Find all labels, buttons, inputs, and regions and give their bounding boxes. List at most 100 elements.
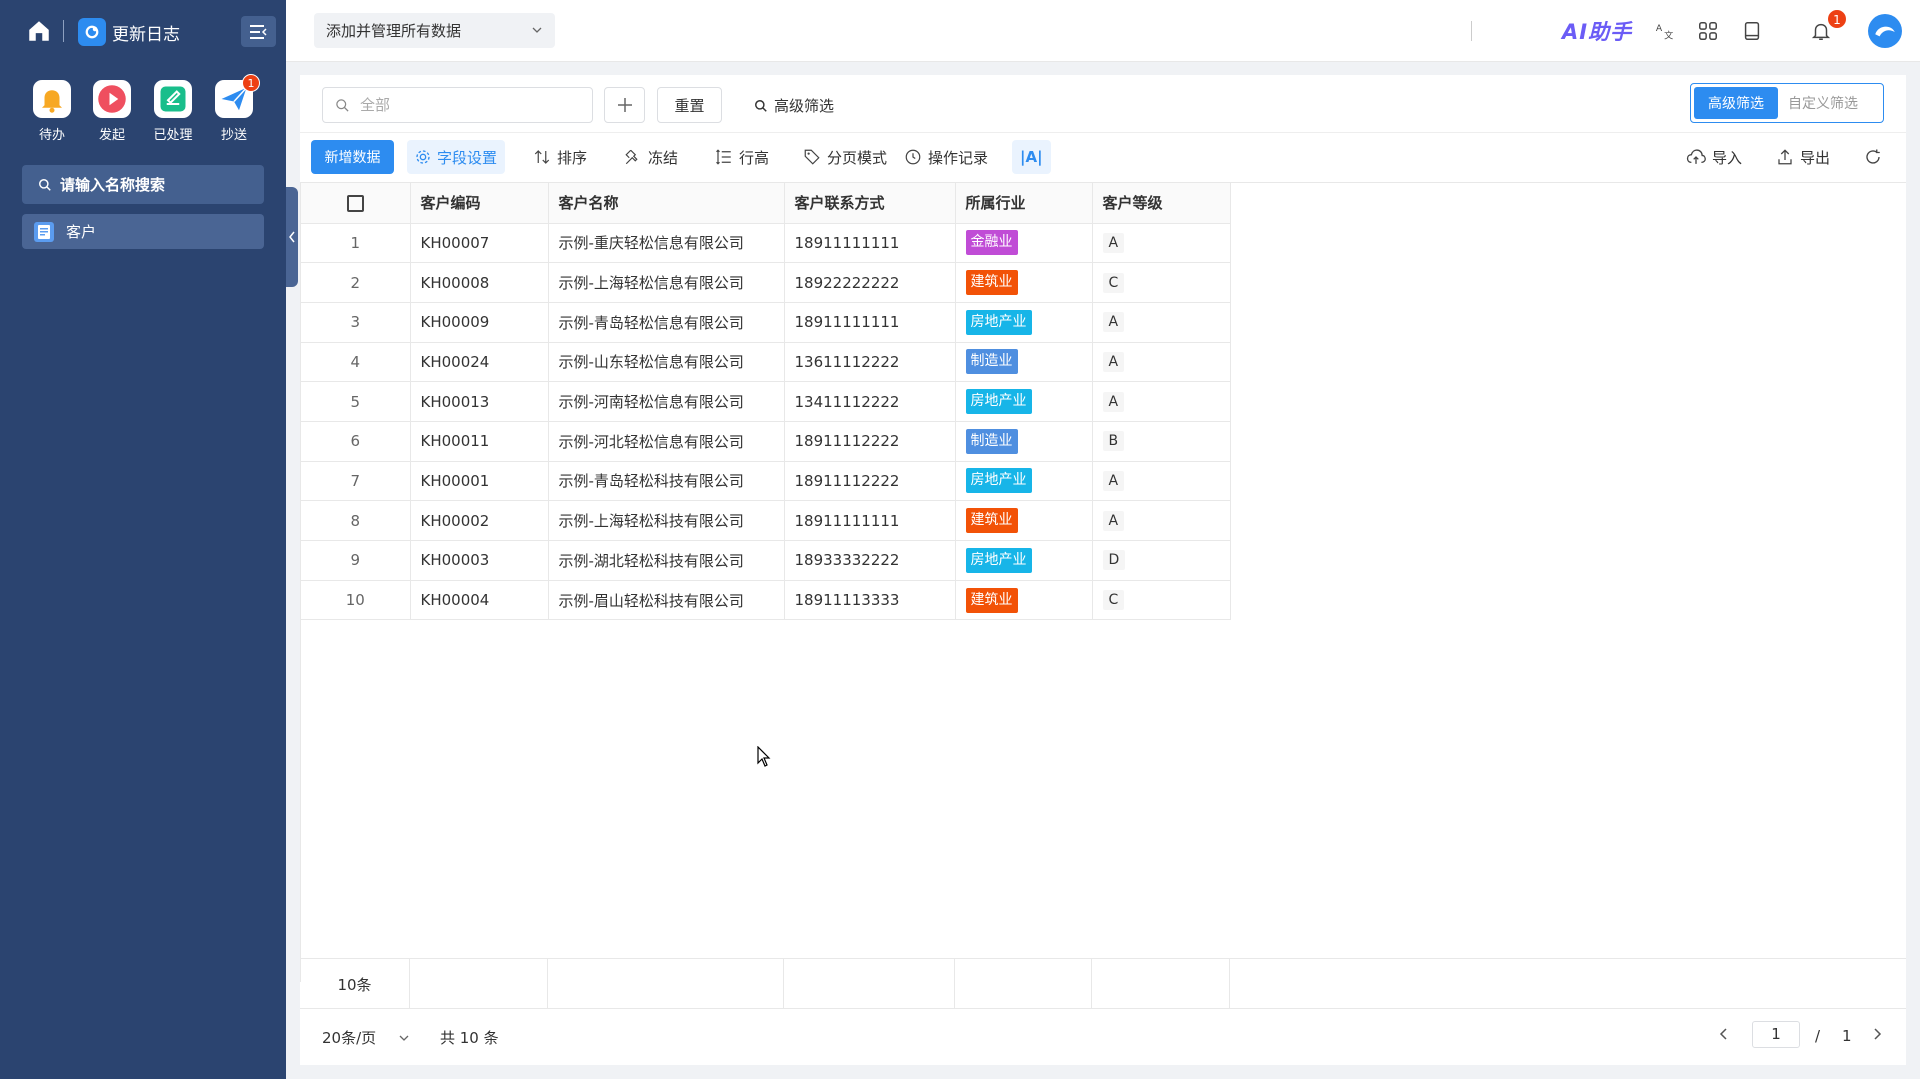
menu-toggle-button[interactable] — [241, 16, 276, 47]
cell-industry: 建筑业 — [955, 262, 1093, 303]
search-icon — [39, 178, 51, 191]
cell-grade: C — [1092, 262, 1231, 303]
table-row[interactable]: 9 KH00003 示例-湖北轻松科技有限公司 18933332222 房地产业 D — [301, 540, 1231, 581]
sidebar-item-customer[interactable]: 客户 — [22, 214, 264, 249]
sidebar-header: 更新日志 — [0, 0, 286, 62]
cell-industry: 建筑业 — [955, 580, 1093, 621]
table-row[interactable]: 2 KH00008 示例-上海轻松信息有限公司 18922222222 建筑业 C — [301, 262, 1231, 303]
quick-processed[interactable]: 已处理 — [149, 80, 197, 143]
table-row[interactable]: 3 KH00009 示例-青岛轻松信息有限公司 18911111111 房地产业 A — [301, 302, 1231, 343]
chevron-down-icon — [399, 1035, 409, 1041]
font-size-button[interactable]: |A| — [1012, 140, 1051, 174]
sidebar-collapse-button[interactable] — [286, 187, 298, 287]
summary-count: 10条 — [300, 959, 410, 1009]
ai-assistant-button[interactable]: AI助手 — [1562, 16, 1632, 46]
import-button[interactable]: 导入 — [1678, 140, 1750, 174]
page-mode-button[interactable]: 分页模式 — [795, 140, 895, 174]
avatar[interactable] — [1868, 14, 1902, 48]
column-header-phone[interactable]: 客户联系方式 — [784, 183, 956, 224]
quick-cc[interactable]: 1 抄送 — [210, 74, 260, 143]
document-icon — [34, 221, 54, 242]
column-header-code[interactable]: 客户编码 — [410, 183, 549, 224]
summary-cell — [955, 959, 1092, 1009]
advanced-filter-label: 高级筛选 — [774, 97, 835, 115]
sort-button[interactable]: 排序 — [525, 140, 595, 174]
chevron-left-icon[interactable] — [1717, 1027, 1731, 1041]
table-row[interactable]: 4 KH00024 示例-山东轻松信息有限公司 13611112222 制造业 A — [301, 342, 1231, 383]
grade-tag: A — [1102, 351, 1125, 372]
add-data-button[interactable]: 新增数据 — [311, 140, 394, 174]
export-button[interactable]: 导出 — [1768, 140, 1838, 174]
select-all-checkbox[interactable] — [346, 194, 364, 212]
cell-name: 示例-山东轻松信息有限公司 — [548, 342, 785, 383]
cell-grade: A — [1092, 381, 1231, 422]
cell-grade: A — [1092, 500, 1231, 541]
row-index: 4 — [301, 342, 411, 383]
sort-icon — [534, 150, 550, 164]
apps-grid-icon[interactable] — [1697, 20, 1719, 42]
quick-todo[interactable]: 待办 — [28, 80, 76, 143]
book-icon[interactable] — [1741, 20, 1763, 42]
quick-initiate[interactable]: 发起 — [88, 80, 136, 143]
row-height-label: 行高 — [739, 148, 770, 167]
sidebar-search[interactable]: 请输入名称搜索 — [22, 165, 264, 204]
grade-tag: D — [1102, 550, 1126, 571]
cell-name: 示例-眉山轻松科技有限公司 — [548, 580, 785, 621]
grade-tag: A — [1102, 232, 1125, 253]
cell-grade: A — [1092, 302, 1231, 343]
operation-log-button[interactable]: 操作记录 — [896, 140, 996, 174]
search-icon — [336, 98, 349, 112]
industry-tag: 房地产业 — [965, 309, 1032, 335]
search-field[interactable] — [322, 87, 593, 123]
table-row[interactable]: 8 KH00002 示例-上海轻松科技有限公司 18911111111 建筑业 A — [301, 500, 1231, 541]
field-settings-button[interactable]: 字段设置 — [407, 140, 506, 174]
cell-code: KH00009 — [410, 302, 549, 343]
segment-custom-filter[interactable]: 自定义筛选 — [1778, 87, 1868, 119]
svg-text:A: A — [1656, 23, 1663, 34]
home-icon[interactable] — [26, 18, 52, 44]
cell-phone: 13411112222 — [784, 381, 956, 422]
page-number-input[interactable]: 1 — [1752, 1021, 1800, 1048]
translate-icon[interactable]: A文 — [1654, 20, 1676, 42]
table-row[interactable]: 10 KH00004 示例-眉山轻松科技有限公司 18911113333 建筑业 C — [301, 580, 1231, 621]
quick-initiate-label: 发起 — [98, 128, 125, 143]
industry-tag: 制造业 — [965, 349, 1018, 375]
industry-tag: 制造业 — [965, 428, 1018, 454]
cell-phone: 18911112222 — [784, 461, 956, 502]
cell-industry: 制造业 — [955, 421, 1093, 462]
add-filter-button[interactable] — [604, 87, 645, 123]
refresh-button[interactable] — [1856, 140, 1896, 174]
row-index: 8 — [301, 500, 411, 541]
cell-grade: C — [1092, 580, 1231, 621]
pagination: 20条/页 共 10 条 1 / 1 — [300, 1008, 1906, 1065]
column-header-name[interactable]: 客户名称 — [548, 183, 785, 224]
column-header-industry[interactable]: 所属行业 — [955, 183, 1093, 224]
cell-name: 示例-河南轻松信息有限公司 — [548, 381, 785, 422]
table-row[interactable]: 7 KH00001 示例-青岛轻松科技有限公司 18911112222 房地产业 A — [301, 461, 1231, 502]
chevron-right-icon[interactable] — [1870, 1027, 1884, 1041]
search-input[interactable] — [360, 96, 580, 114]
table-row[interactable]: 5 KH00013 示例-河南轻松信息有限公司 13411112222 房地产业 A — [301, 381, 1231, 422]
data-table: 客户编码 客户名称 客户联系方式 所属行业 客户等级 1 KH00007 示例-重庆… — [300, 182, 1906, 982]
reset-button[interactable]: 重置 — [657, 87, 722, 123]
cell-name: 示例-上海轻松科技有限公司 — [548, 500, 785, 541]
cell-phone: 18911112222 — [784, 421, 956, 462]
cell-name: 示例-青岛轻松科技有限公司 — [548, 461, 785, 502]
cell-code: KH00001 — [410, 461, 549, 502]
table-row[interactable]: 1 KH00007 示例-重庆轻松信息有限公司 18911111111 金融业 A — [301, 223, 1231, 264]
changelog-link[interactable]: 更新日志 — [78, 18, 180, 46]
freeze-button[interactable]: 冻结 — [616, 140, 686, 174]
industry-tag: 房地产业 — [965, 389, 1032, 415]
app-select[interactable]: 添加并管理所有数据 — [314, 13, 555, 48]
table-row[interactable]: 6 KH00011 示例-河北轻松信息有限公司 18911112222 制造业 B — [301, 421, 1231, 462]
page-size-select[interactable]: 20条/页 — [322, 1027, 410, 1048]
row-height-button[interactable]: 行高 — [707, 140, 777, 174]
column-header-grade[interactable]: 客户等级 — [1092, 183, 1231, 224]
advanced-filter-link[interactable]: 高级筛选 — [754, 95, 834, 116]
sidebar-search-placeholder: 请输入名称搜索 — [60, 176, 166, 194]
field-settings-label: 字段设置 — [437, 148, 498, 167]
filter-row: 重置 高级筛选 高级筛选 自定义筛选 — [300, 75, 1906, 133]
cell-industry: 房地产业 — [955, 461, 1093, 502]
segment-advanced-filter[interactable]: 高级筛选 — [1694, 87, 1778, 119]
industry-tag: 金融业 — [965, 230, 1018, 256]
